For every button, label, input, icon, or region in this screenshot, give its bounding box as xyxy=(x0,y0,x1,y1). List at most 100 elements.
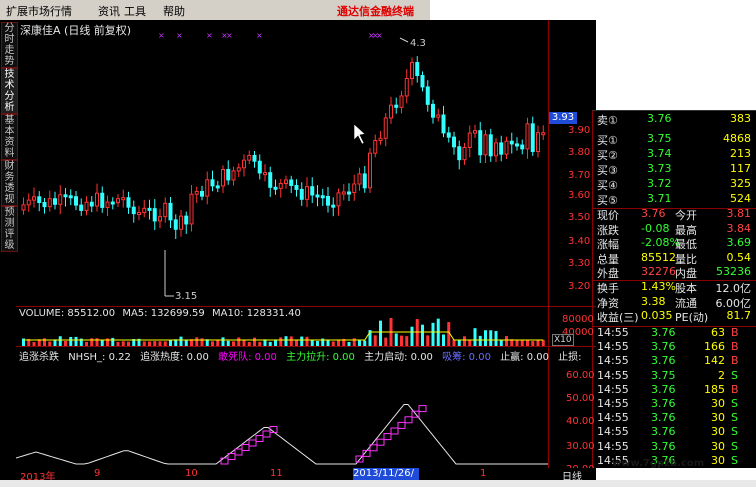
stat-label: 量比 xyxy=(675,252,697,266)
indicator-tick: 60.00 xyxy=(566,370,595,381)
price-tick: 3.90 xyxy=(568,125,591,136)
volume-bar xyxy=(489,330,493,346)
buy-row: 买② 3.74 213 xyxy=(597,147,755,162)
volume-bar xyxy=(43,338,46,346)
x-label-month: 9 xyxy=(94,468,101,479)
tick-time: 14:55 xyxy=(597,354,629,368)
volume-bar xyxy=(284,336,288,346)
menu-item-help[interactable]: 帮助 xyxy=(163,3,185,19)
menu-item-market[interactable]: 扩展市场行情 xyxy=(6,3,72,19)
buy-volume: 4868 xyxy=(723,132,751,145)
stat-label: 内盘 xyxy=(675,267,697,281)
candle-body xyxy=(194,190,199,195)
candle-body xyxy=(221,168,225,187)
candle-body xyxy=(315,194,320,198)
stat-value: 53236 xyxy=(716,265,751,279)
volume-tick: 80000 xyxy=(562,314,594,325)
current-price-tag: 3.93 xyxy=(549,112,577,124)
candle-body xyxy=(509,140,514,145)
candle-body xyxy=(347,191,351,195)
tick-volume: 30 xyxy=(711,411,725,425)
volume-bar xyxy=(58,336,62,346)
axis-divider xyxy=(548,20,549,468)
stat-value: 3.84 xyxy=(726,221,752,235)
indicator-step xyxy=(376,438,385,446)
low-price-label: 3.15 xyxy=(175,291,197,302)
candle-body xyxy=(383,117,388,139)
sell-label: 卖① xyxy=(597,114,618,127)
candle-body xyxy=(252,154,257,162)
candle-body xyxy=(515,143,519,147)
stat-label: 流通 xyxy=(675,296,697,310)
candle-body xyxy=(336,192,341,207)
candle-body xyxy=(289,179,294,186)
tick-side: S xyxy=(731,439,738,453)
tick-time: 14:55 xyxy=(597,411,629,425)
volume-bar xyxy=(442,334,445,346)
buy-row: 买④ 3.72 325 xyxy=(597,177,755,192)
candle-body xyxy=(410,62,414,80)
sell-row: 卖① 3.76 383 xyxy=(597,112,755,127)
tick-side: B xyxy=(731,340,739,354)
indicator-step xyxy=(383,433,392,441)
buy-row: 买⑤ 3.71 524 xyxy=(597,192,755,207)
candle-body xyxy=(473,130,477,134)
candle-body xyxy=(425,86,430,105)
volume-bar xyxy=(463,336,466,346)
candle-body xyxy=(394,104,399,108)
indicator-step xyxy=(255,435,264,442)
stat-value: 12.0亿 xyxy=(715,281,752,295)
x-axis xyxy=(16,468,596,480)
candle-body xyxy=(257,160,262,174)
indicator-chart[interactable] xyxy=(16,346,548,468)
x-label-month: 10 xyxy=(185,468,198,479)
candle-body xyxy=(294,184,299,190)
stat-value: 3.81 xyxy=(726,207,752,220)
candle-body xyxy=(68,195,73,199)
tick-time: 14:55 xyxy=(597,368,629,382)
candlestick-chart[interactable]: 3.15 4.3 × × × ×× × ××× xyxy=(16,20,548,306)
candle-body xyxy=(483,134,488,156)
indicator-step xyxy=(262,430,271,438)
volume-bar xyxy=(421,324,424,346)
candle-body xyxy=(499,142,504,155)
candle-body xyxy=(541,132,546,136)
candle-body xyxy=(378,137,383,141)
menu-item-tools[interactable]: 工具 xyxy=(124,3,146,19)
tick-row: 14:55 3.76 63 B xyxy=(597,326,755,340)
candle-body xyxy=(452,136,456,148)
volume-bar xyxy=(237,337,241,346)
candle-body xyxy=(268,172,273,188)
candle-body xyxy=(105,201,110,208)
stat-label: 涨幅 xyxy=(597,238,619,252)
price-tick: 3.20 xyxy=(568,281,591,292)
panel-divider xyxy=(592,110,593,468)
candle-body xyxy=(389,104,393,119)
volume-bar xyxy=(111,337,115,346)
menu-item-news[interactable]: 资讯 xyxy=(98,3,120,19)
tick-side: S xyxy=(731,411,738,425)
volume-bar xyxy=(431,322,435,346)
volume-bar xyxy=(415,319,419,346)
buy-label: 买④ xyxy=(597,179,618,192)
candle-body xyxy=(467,132,472,148)
volume-bar xyxy=(478,335,482,346)
candle-body xyxy=(110,201,115,205)
candle-body xyxy=(494,142,498,157)
stat-value: 6.00亿 xyxy=(715,296,752,310)
stat-label: 总量 xyxy=(597,252,619,266)
price-tick: 3.80 xyxy=(568,147,591,158)
indicator-step xyxy=(397,421,406,429)
tick-price: 3.76 xyxy=(651,411,676,425)
volume-chart[interactable] xyxy=(16,306,548,346)
candle-body xyxy=(89,201,94,207)
stat-row: 换手 1.43% 股本 12.0亿 xyxy=(597,280,755,295)
mouse-cursor-icon xyxy=(353,123,366,145)
candle-body xyxy=(310,186,315,196)
candle-body xyxy=(242,159,246,169)
app-title: 通达信金融终端 xyxy=(337,5,414,18)
candle-body xyxy=(179,215,183,230)
tick-list: 14:55 3.76 63 B 14:55 3.76 166 B 14:55 3.76 142 B 14… xyxy=(597,326,755,468)
volume-bar xyxy=(394,333,398,346)
candle-body xyxy=(215,185,220,189)
